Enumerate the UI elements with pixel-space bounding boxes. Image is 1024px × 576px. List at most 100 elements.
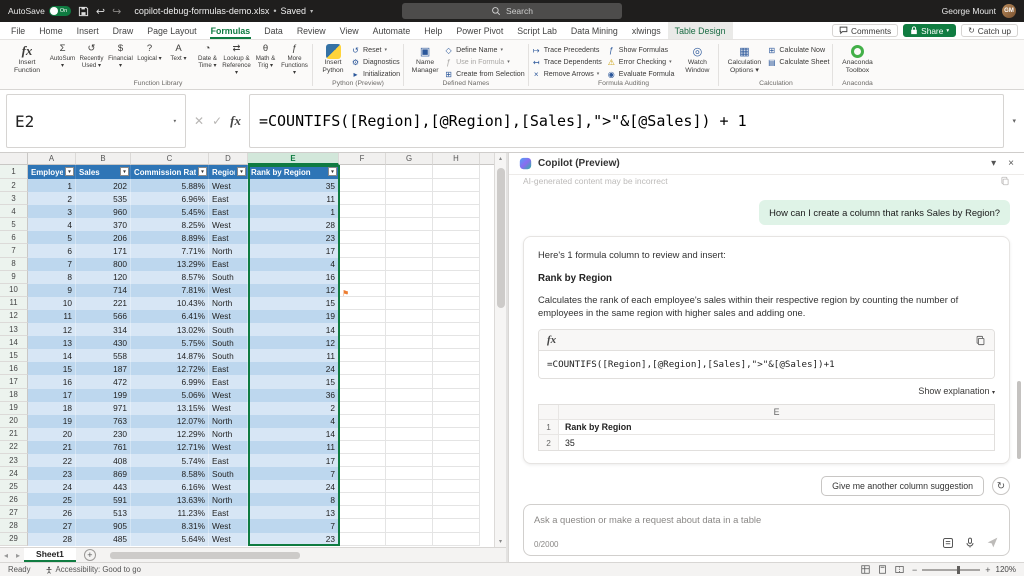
- row-header-11[interactable]: 11: [0, 297, 28, 310]
- row-header-16[interactable]: 16: [0, 362, 28, 375]
- row-header-17[interactable]: 17: [0, 375, 28, 388]
- cell-C25[interactable]: 6.16%: [131, 480, 209, 493]
- ribbon-tab-data-mining[interactable]: Data Mining: [564, 22, 625, 39]
- row-header-25[interactable]: 25: [0, 480, 28, 493]
- ribbon-tab-formulas[interactable]: Formulas: [204, 22, 258, 39]
- cell-B22[interactable]: 761: [76, 441, 131, 454]
- cell-B18[interactable]: 199: [76, 389, 131, 402]
- calculate-now-button[interactable]: ⊞Calculate Now: [767, 45, 829, 55]
- save-icon[interactable]: [78, 6, 89, 17]
- cell-F4[interactable]: [339, 205, 386, 218]
- cell-D2[interactable]: West: [209, 179, 248, 192]
- row-header-5[interactable]: 5: [0, 218, 28, 231]
- cell-E20[interactable]: 4: [248, 415, 339, 428]
- cell-A21[interactable]: 20: [28, 428, 76, 441]
- cell-F23[interactable]: [339, 454, 386, 467]
- cell-C28[interactable]: 8.31%: [131, 519, 209, 532]
- row-header-23[interactable]: 23: [0, 454, 28, 467]
- cell-G25[interactable]: [386, 480, 433, 493]
- cell-E18[interactable]: 36: [248, 389, 339, 402]
- cell-G11[interactable]: [386, 297, 433, 310]
- row-header-13[interactable]: 13: [0, 323, 28, 336]
- cell-B23[interactable]: 408: [76, 454, 131, 467]
- table-header-employee-id[interactable]: Employee ID▾: [28, 165, 76, 179]
- cell-E12[interactable]: 19: [248, 310, 339, 323]
- cell-H9[interactable]: [433, 271, 480, 284]
- cell-E23[interactable]: 17: [248, 454, 339, 467]
- row-header-27[interactable]: 27: [0, 506, 28, 519]
- cell-E29[interactable]: 23: [248, 533, 339, 546]
- cell-A8[interactable]: 7: [28, 258, 76, 271]
- cell-F20[interactable]: [339, 415, 386, 428]
- ribbon-tab-xlwings[interactable]: xlwings: [625, 22, 668, 39]
- cell-D6[interactable]: East: [209, 231, 248, 244]
- row-header-22[interactable]: 22: [0, 441, 28, 454]
- cell-A12[interactable]: 11: [28, 310, 76, 323]
- cell-A18[interactable]: 17: [28, 389, 76, 402]
- cell-B20[interactable]: 763: [76, 415, 131, 428]
- row-header-18[interactable]: 18: [0, 389, 28, 402]
- ribbon-tab-home[interactable]: Home: [32, 22, 69, 39]
- cell-B4[interactable]: 960: [76, 205, 131, 218]
- cell-C22[interactable]: 12.71%: [131, 441, 209, 454]
- initialization-button[interactable]: ▸Initialization: [351, 69, 400, 79]
- ribbon-tab-table-design[interactable]: Table Design: [668, 22, 733, 39]
- cell-E9[interactable]: 16: [248, 271, 339, 284]
- cell-D22[interactable]: West: [209, 441, 248, 454]
- ribbon-tab-automate[interactable]: Automate: [366, 22, 418, 39]
- calculate-sheet-button[interactable]: ▤Calculate Sheet: [767, 57, 829, 67]
- cell-D27[interactable]: East: [209, 506, 248, 519]
- table-header-commission-rate[interactable]: Commission Rate▾: [131, 165, 209, 179]
- col-header-F[interactable]: F: [339, 153, 386, 165]
- cell-B13[interactable]: 314: [76, 323, 131, 336]
- reset-button[interactable]: ↺Reset▾: [351, 45, 400, 55]
- cell-E27[interactable]: 13: [248, 506, 339, 519]
- cell-H8[interactable]: [433, 258, 480, 271]
- cell-E14[interactable]: 12: [248, 336, 339, 349]
- cell-E7[interactable]: 17: [248, 244, 339, 257]
- accessibility-status[interactable]: Accessibility: Good to go: [45, 565, 141, 574]
- select-all-corner[interactable]: [0, 153, 28, 165]
- vertical-scrollbar[interactable]: ▴ ▾: [494, 153, 506, 547]
- cell-E17[interactable]: 15: [248, 375, 339, 388]
- name-manager-button[interactable]: ▣ Name Manager: [407, 41, 443, 74]
- row-header-15[interactable]: 15: [0, 349, 28, 362]
- cell-G29[interactable]: [386, 533, 433, 546]
- cell-F22[interactable]: [339, 441, 386, 454]
- cell-F8[interactable]: [339, 258, 386, 271]
- cell-F1[interactable]: [339, 165, 386, 179]
- more-functions-button[interactable]: ƒMore Functions ▾: [280, 41, 309, 76]
- close-pane-icon[interactable]: ×: [1008, 158, 1014, 169]
- cell-F18[interactable]: [339, 389, 386, 402]
- filter-icon[interactable]: ▾: [198, 167, 207, 176]
- cell-C19[interactable]: 13.15%: [131, 402, 209, 415]
- cell-D24[interactable]: South: [209, 467, 248, 480]
- cell-E13[interactable]: 14: [248, 323, 339, 336]
- cell-A10[interactable]: 9: [28, 284, 76, 297]
- cell-D5[interactable]: West: [209, 218, 248, 231]
- cell-G13[interactable]: [386, 323, 433, 336]
- cell-G4[interactable]: [386, 205, 433, 218]
- cell-F5[interactable]: [339, 218, 386, 231]
- cell-H12[interactable]: [433, 310, 480, 323]
- name-box[interactable]: E2 ▾: [6, 94, 186, 148]
- sheet-tab-sheet1[interactable]: Sheet1: [24, 548, 76, 562]
- cell-F15[interactable]: [339, 349, 386, 362]
- cancel-formula-icon[interactable]: ✕: [194, 114, 204, 128]
- send-icon[interactable]: [986, 536, 999, 549]
- col-header-C[interactable]: C: [131, 153, 209, 165]
- cell-A20[interactable]: 19: [28, 415, 76, 428]
- cell-E21[interactable]: 14: [248, 428, 339, 441]
- row-header-7[interactable]: 7: [0, 244, 28, 257]
- copilot-input[interactable]: Ask a question or make a request about d…: [523, 504, 1010, 556]
- anaconda-toolbox-button[interactable]: Anaconda Toolbox: [836, 41, 878, 74]
- ribbon-tab-script-lab[interactable]: Script Lab: [510, 22, 564, 39]
- expand-formula-bar-icon[interactable]: ▾: [1010, 117, 1018, 125]
- cell-H2[interactable]: [433, 179, 480, 192]
- cell-C17[interactable]: 6.99%: [131, 375, 209, 388]
- formula-input[interactable]: =COUNTIFS([Region],[@Region],[Sales],">"…: [249, 94, 1005, 148]
- cell-G7[interactable]: [386, 244, 433, 257]
- date-time-button[interactable]: ◔Date & Time ▾: [193, 41, 222, 76]
- cell-B25[interactable]: 443: [76, 480, 131, 493]
- zoom-slider[interactable]: [922, 569, 980, 571]
